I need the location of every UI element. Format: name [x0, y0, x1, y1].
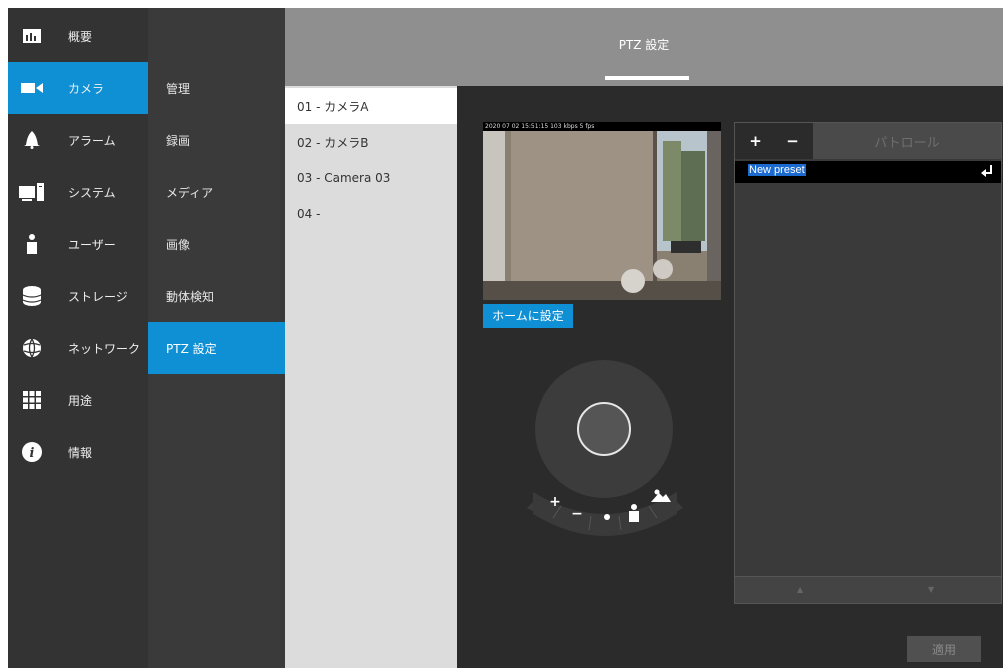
subnav-item-label: PTZ 設定: [166, 341, 217, 356]
focus-dot-icon[interactable]: [604, 514, 610, 520]
ptz-zoom-control: + −: [527, 478, 683, 540]
apply-button[interactable]: 適用: [907, 636, 981, 662]
nav-item-info[interactable]: i 情報: [8, 426, 148, 478]
remove-preset-button[interactable]: −: [774, 123, 811, 159]
move-down-icon[interactable]: ▼: [928, 585, 934, 594]
camera-label: 03 - Camera 03: [297, 171, 391, 185]
bell-icon: [19, 127, 45, 153]
patrol-button[interactable]: パトロール: [813, 123, 1001, 159]
nav-item-alarm[interactable]: アラーム: [8, 114, 148, 166]
preset-order-bar: ▲ ▼: [735, 576, 1001, 603]
subnav-item-ptz-settings[interactable]: PTZ 設定: [148, 322, 285, 374]
nav-item-network[interactable]: ネットワーク: [8, 322, 148, 374]
svg-text:i: i: [30, 446, 35, 461]
subnav-item-label: 画像: [166, 237, 191, 252]
add-preset-button[interactable]: +: [737, 123, 774, 159]
nav-item-system[interactable]: システム: [8, 166, 148, 218]
database-icon: [19, 283, 45, 309]
zoom-in-button[interactable]: +: [547, 494, 563, 510]
page-header: PTZ 設定: [285, 8, 1003, 86]
primary-sidebar: 概要 カメラ アラーム システム ユーザー ストレージ ネットワーク 用途 i …: [8, 8, 148, 668]
subnav-item-label: 管理: [166, 81, 191, 96]
subnav-item-label: 録画: [166, 133, 191, 148]
preset-name-input[interactable]: New preset: [748, 164, 806, 176]
subnav-item-image[interactable]: 画像: [148, 218, 285, 270]
person-icon[interactable]: [627, 504, 641, 522]
secondary-sidebar: 管理 録画 メディア 画像 動体検知 PTZ 設定: [148, 8, 285, 668]
nav-item-apps[interactable]: 用途: [8, 374, 148, 426]
info-icon: i: [19, 439, 45, 465]
active-tab-indicator: [605, 76, 689, 80]
nav-item-label: ストレージ: [68, 289, 128, 304]
subnav-item-management[interactable]: 管理: [148, 62, 285, 114]
nav-item-label: 概要: [68, 29, 93, 44]
camera-icon: [19, 75, 45, 101]
camera-label: 01 - カメラA: [297, 99, 369, 114]
preset-row[interactable]: New preset: [735, 161, 1001, 183]
landscape-icon[interactable]: [651, 488, 671, 502]
app-window: 概要 カメラ アラーム システム ユーザー ストレージ ネットワーク 用途 i …: [8, 8, 1003, 668]
subnav-item-label: 動体検知: [166, 289, 215, 304]
camera-list-item[interactable]: 03 - Camera 03: [285, 160, 457, 196]
move-up-icon[interactable]: ▲: [797, 585, 803, 594]
camera-list-item[interactable]: 04 -: [285, 196, 457, 232]
enter-icon[interactable]: [981, 164, 993, 178]
ptz-joystick-knob[interactable]: [577, 402, 631, 456]
set-home-button[interactable]: ホームに設定: [483, 304, 573, 328]
zoom-out-button[interactable]: −: [569, 506, 585, 522]
nav-item-label: 情報: [68, 445, 93, 460]
nav-item-label: カメラ: [68, 81, 105, 96]
nav-item-label: ネットワーク: [68, 341, 141, 356]
apps-grid-icon: [19, 387, 45, 413]
ptz-main-panel: 2020 07 02 15:51:15 103 kbps 5 fps ホームに設…: [457, 86, 1003, 668]
nav-item-storage[interactable]: ストレージ: [8, 270, 148, 322]
camera-list-item[interactable]: 02 - カメラB: [285, 124, 457, 160]
nav-item-label: 用途: [68, 393, 93, 408]
nav-item-camera[interactable]: カメラ: [8, 62, 148, 114]
camera-list: 01 - カメラA 02 - カメラB 03 - Camera 03 04 -: [285, 86, 457, 668]
user-icon: [19, 231, 45, 257]
nav-item-user[interactable]: ユーザー: [8, 218, 148, 270]
preset-panel: + − パトロール New preset ▲ ▼: [734, 122, 1002, 604]
computer-icon: [19, 179, 45, 205]
nav-item-label: アラーム: [68, 133, 116, 148]
camera-label: 02 - カメラB: [297, 135, 369, 150]
globe-icon: [19, 335, 45, 361]
subnav-item-recording[interactable]: 録画: [148, 114, 285, 166]
nav-item-overview[interactable]: 概要: [8, 10, 148, 62]
camera-label: 04 -: [297, 207, 321, 221]
page-title[interactable]: PTZ 設定: [285, 36, 1003, 53]
camera-scene-image: [483, 131, 721, 300]
video-osd-text: 2020 07 02 15:51:15 103 kbps 5 fps: [483, 122, 721, 131]
nav-item-label: システム: [68, 185, 116, 200]
subnav-item-media[interactable]: メディア: [148, 166, 285, 218]
nav-item-label: ユーザー: [68, 237, 116, 252]
subnav-item-label: メディア: [166, 185, 214, 200]
subnav-item-motion-detection[interactable]: 動体検知: [148, 270, 285, 322]
preset-toolbar: + − パトロール: [735, 123, 1001, 159]
camera-list-item[interactable]: 01 - カメラA: [285, 88, 457, 124]
camera-preview[interactable]: 2020 07 02 15:51:15 103 kbps 5 fps: [483, 122, 721, 300]
chart-bar-icon: [19, 23, 45, 49]
